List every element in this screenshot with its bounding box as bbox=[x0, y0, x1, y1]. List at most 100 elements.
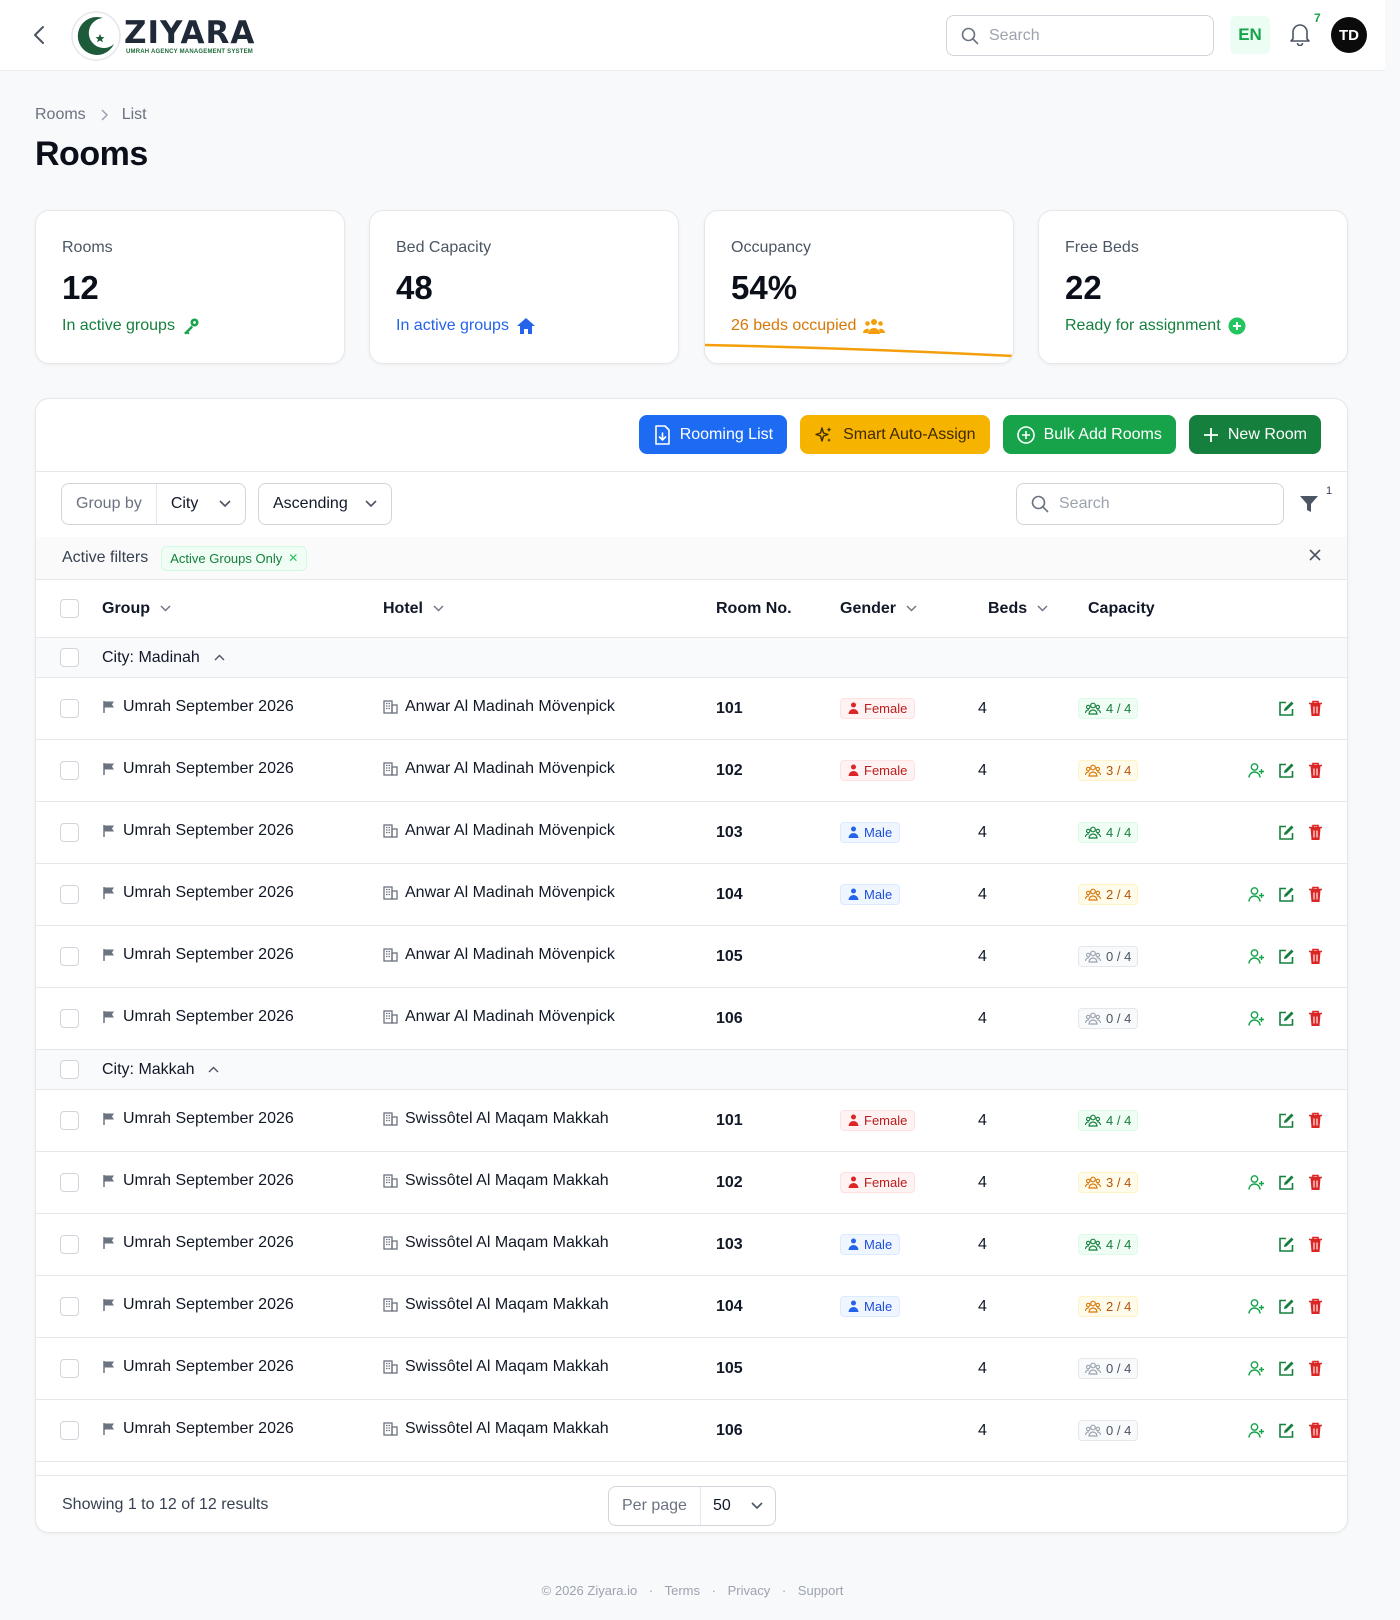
gender-badge-male: Male bbox=[840, 821, 901, 843]
delete-room-button[interactable] bbox=[1308, 1112, 1325, 1129]
clear-filters-button[interactable] bbox=[1309, 548, 1321, 566]
footer-link-privacy[interactable]: Privacy bbox=[728, 1583, 771, 1598]
table-row[interactable]: Umrah September 2026 Swissôtel Al Maqam M… bbox=[36, 1399, 1347, 1462]
table-row[interactable]: Umrah September 2026 Swissôtel Al Maqam M… bbox=[36, 1337, 1347, 1400]
rooms-table-card: Rooming List Smart Auto-Assign Bulk Add … bbox=[35, 398, 1348, 1533]
chevron-up-icon bbox=[208, 1066, 219, 1073]
edit-room-button[interactable] bbox=[1278, 1010, 1295, 1027]
table-row[interactable]: Umrah September 2026 Anwar Al Madinah Möv… bbox=[36, 739, 1347, 802]
row-checkbox[interactable] bbox=[60, 761, 79, 780]
row-checkbox[interactable] bbox=[60, 823, 79, 842]
notifications-button[interactable] bbox=[1289, 22, 1313, 48]
table-row[interactable]: Umrah September 2026 Anwar Al Madinah Möv… bbox=[36, 801, 1347, 864]
footer-separator: · bbox=[781, 1583, 787, 1598]
stat-description: 26 beds occupied bbox=[731, 317, 886, 335]
column-header-gender[interactable]: Gender bbox=[840, 579, 978, 638]
delete-room-button[interactable] bbox=[1308, 1298, 1325, 1315]
group-by-select[interactable]: Group by City bbox=[61, 483, 246, 525]
edit-room-button[interactable] bbox=[1278, 1174, 1295, 1191]
remove-filter-icon[interactable]: ✕ bbox=[288, 551, 298, 565]
delete-room-button[interactable] bbox=[1308, 1360, 1325, 1377]
edit-room-button[interactable] bbox=[1278, 1298, 1295, 1315]
table-row[interactable]: Umrah September 2026 Anwar Al Madinah Möv… bbox=[36, 863, 1347, 926]
row-checkbox[interactable] bbox=[60, 1009, 79, 1028]
row-checkbox[interactable] bbox=[60, 1173, 79, 1192]
filter-button[interactable] bbox=[1298, 493, 1322, 517]
delete-room-button[interactable] bbox=[1308, 886, 1325, 903]
per-page-select[interactable]: Per page 50 bbox=[608, 1486, 776, 1526]
collapse-group-button[interactable] bbox=[214, 654, 225, 661]
footer-link-terms[interactable]: Terms bbox=[665, 1583, 700, 1598]
column-header-hotel[interactable]: Hotel bbox=[383, 579, 716, 638]
edit-room-button[interactable] bbox=[1278, 886, 1295, 903]
bulk-add-rooms-button[interactable]: Bulk Add Rooms bbox=[1002, 415, 1176, 454]
edit-room-button[interactable] bbox=[1278, 824, 1295, 841]
flag-icon bbox=[103, 1237, 114, 1249]
smart-auto-assign-button[interactable]: Smart Auto-Assign bbox=[800, 415, 990, 454]
table-row[interactable]: Umrah September 2026 Swissôtel Al Maqam M… bbox=[36, 1089, 1347, 1152]
assign-guest-button[interactable] bbox=[1248, 1360, 1265, 1377]
row-actions-cell bbox=[1188, 925, 1347, 988]
delete-room-button[interactable] bbox=[1308, 824, 1325, 841]
edit-room-button[interactable] bbox=[1278, 700, 1295, 717]
footer-link-support[interactable]: Support bbox=[798, 1583, 844, 1598]
select-all-checkbox[interactable] bbox=[60, 599, 79, 618]
row-checkbox[interactable] bbox=[60, 1235, 79, 1254]
group-checkbox[interactable] bbox=[60, 1060, 79, 1079]
edit-room-button[interactable] bbox=[1278, 1360, 1295, 1377]
language-switcher[interactable]: EN bbox=[1230, 16, 1270, 54]
row-checkbox[interactable] bbox=[60, 947, 79, 966]
column-label: Room No. bbox=[716, 599, 792, 617]
group-name: Umrah September 2026 bbox=[123, 1358, 294, 1375]
group-checkbox[interactable] bbox=[60, 648, 79, 667]
table-row[interactable]: Umrah September 2026 Anwar Al Madinah Möv… bbox=[36, 925, 1347, 988]
table-search-input[interactable] bbox=[1059, 495, 1259, 513]
logo[interactable]: ZIYARA UMRAH AGENCY MANAGEMENT SYSTEM bbox=[70, 10, 255, 62]
assign-guest-button[interactable] bbox=[1248, 1174, 1265, 1191]
delete-room-button[interactable] bbox=[1308, 762, 1325, 779]
assign-guest-button[interactable] bbox=[1248, 948, 1265, 965]
user-avatar[interactable]: TD bbox=[1331, 17, 1367, 53]
edit-room-button[interactable] bbox=[1278, 762, 1295, 779]
row-checkbox[interactable] bbox=[60, 885, 79, 904]
assign-guest-button[interactable] bbox=[1248, 1422, 1265, 1439]
table-search[interactable] bbox=[1016, 483, 1284, 525]
edit-room-button[interactable] bbox=[1278, 948, 1295, 965]
row-checkbox[interactable] bbox=[60, 1111, 79, 1130]
column-header-beds[interactable]: Beds bbox=[978, 579, 1078, 638]
group-by-value[interactable]: City bbox=[157, 484, 245, 524]
table-row[interactable]: Umrah September 2026 Swissôtel Al Maqam M… bbox=[36, 1213, 1347, 1276]
breadcrumb-rooms[interactable]: Rooms bbox=[35, 106, 86, 124]
assign-guest-button[interactable] bbox=[1248, 762, 1265, 779]
sort-direction-value[interactable]: Ascending bbox=[259, 484, 391, 524]
new-room-button[interactable]: New Room bbox=[1188, 415, 1321, 454]
row-checkbox[interactable] bbox=[60, 1297, 79, 1316]
row-checkbox[interactable] bbox=[60, 1359, 79, 1378]
global-search-input[interactable] bbox=[989, 26, 1189, 45]
delete-room-button[interactable] bbox=[1308, 700, 1325, 717]
assign-guest-button[interactable] bbox=[1248, 1298, 1265, 1315]
row-checkbox[interactable] bbox=[60, 1421, 79, 1440]
table-row[interactable]: Umrah September 2026 Anwar Al Madinah Möv… bbox=[36, 677, 1347, 740]
table-row[interactable]: Umrah September 2026 Anwar Al Madinah Möv… bbox=[36, 987, 1347, 1050]
delete-room-button[interactable] bbox=[1308, 1236, 1325, 1253]
delete-room-button[interactable] bbox=[1308, 1174, 1325, 1191]
back-button[interactable] bbox=[26, 22, 52, 48]
edit-room-button[interactable] bbox=[1278, 1422, 1295, 1439]
delete-room-button[interactable] bbox=[1308, 1422, 1325, 1439]
rooming-list-button[interactable]: Rooming List bbox=[638, 415, 788, 454]
assign-guest-button[interactable] bbox=[1248, 1010, 1265, 1027]
per-page-value[interactable]: 50 bbox=[701, 1497, 775, 1515]
collapse-group-button[interactable] bbox=[208, 1066, 219, 1073]
delete-room-button[interactable] bbox=[1308, 1010, 1325, 1027]
table-row[interactable]: Umrah September 2026 Swissôtel Al Maqam M… bbox=[36, 1151, 1347, 1214]
column-header-group[interactable]: Group bbox=[102, 579, 383, 638]
global-search[interactable] bbox=[946, 15, 1214, 56]
edit-room-button[interactable] bbox=[1278, 1112, 1295, 1129]
sort-direction-select[interactable]: Ascending bbox=[258, 483, 392, 525]
row-checkbox[interactable] bbox=[60, 699, 79, 718]
assign-guest-button[interactable] bbox=[1248, 886, 1265, 903]
edit-room-button[interactable] bbox=[1278, 1236, 1295, 1253]
delete-room-button[interactable] bbox=[1308, 948, 1325, 965]
table-row[interactable]: Umrah September 2026 Swissôtel Al Maqam M… bbox=[36, 1275, 1347, 1338]
